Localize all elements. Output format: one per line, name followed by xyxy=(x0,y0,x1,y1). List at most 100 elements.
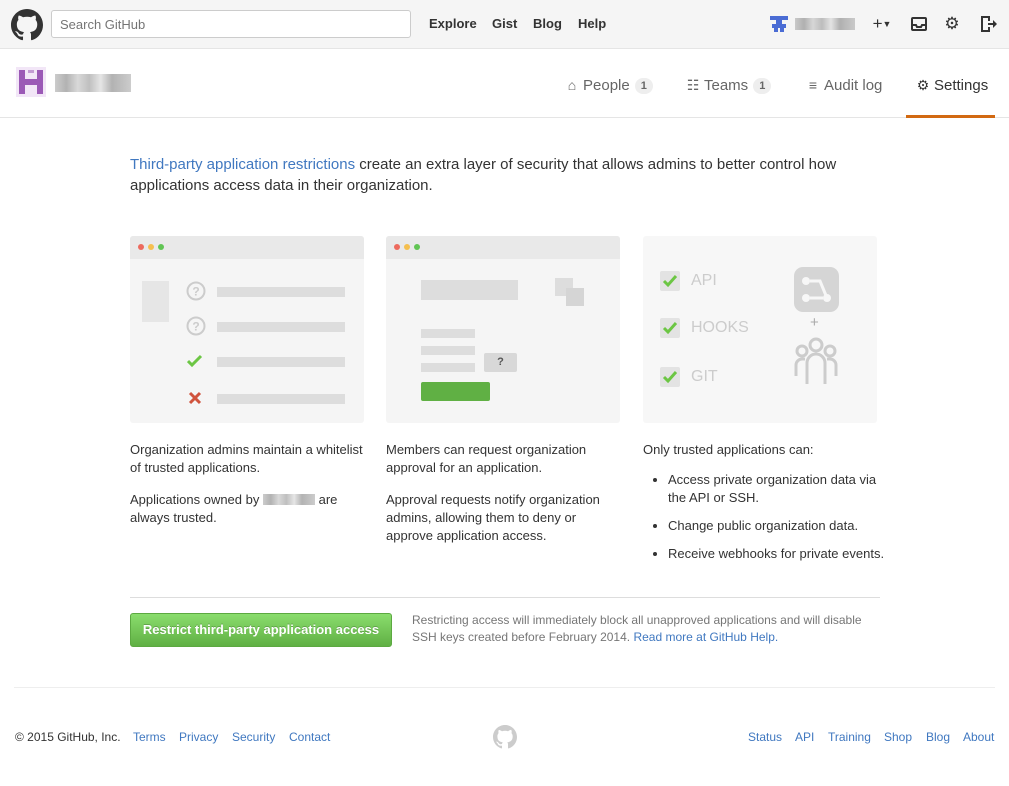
svg-text:?: ? xyxy=(192,320,199,334)
nav-explore[interactable]: Explore xyxy=(429,16,477,31)
people-counter: 1 xyxy=(634,78,653,94)
selected-tab-indicator xyxy=(906,115,995,118)
team-icon: ☷ xyxy=(686,77,700,93)
tab-teams[interactable]: ☷ Teams 1 xyxy=(685,75,772,95)
checkbox-check-icon xyxy=(660,367,680,387)
footer-link-security[interactable]: Security xyxy=(232,729,275,745)
row-placeholder xyxy=(217,322,345,332)
restrict-access-button[interactable]: Restrict third-party application access xyxy=(130,613,392,647)
footer-link-api[interactable]: API xyxy=(795,729,814,745)
intro-text: Third-party application restrictions cre… xyxy=(130,154,870,196)
sign-out-icon[interactable] xyxy=(978,14,998,34)
item-git: GIT xyxy=(691,368,718,385)
integration-icon xyxy=(794,267,839,312)
github-help-link[interactable]: Read more at GitHub Help. xyxy=(633,630,778,644)
github-logo-icon[interactable] xyxy=(11,9,43,41)
org-name-redacted xyxy=(262,494,315,505)
footer-link-contact[interactable]: Contact xyxy=(289,729,330,745)
col1-owned: Applications owned by are always trusted… xyxy=(130,491,370,527)
footer-link-shop[interactable]: Shop xyxy=(884,729,912,745)
x-icon xyxy=(188,391,202,405)
checkbox-check-icon xyxy=(660,318,680,338)
request-description: Members can request organization approva… xyxy=(386,441,618,559)
search-input[interactable] xyxy=(51,10,411,38)
list-item: Change public organization data. xyxy=(668,517,885,535)
footer-link-blog[interactable]: Blog xyxy=(926,729,950,745)
tab-people[interactable]: ⌂ People 1 xyxy=(564,75,653,95)
whitelist-illustration: ? ? xyxy=(130,236,364,423)
gear-icon: ⚙ xyxy=(916,77,930,93)
window-dot xyxy=(414,244,420,250)
col3-intro: Only trusted applications can: xyxy=(643,442,814,457)
approve-button-placeholder xyxy=(421,382,490,401)
teams-counter: 1 xyxy=(753,78,772,94)
user-avatar xyxy=(770,16,788,32)
organization-icon: ⌂ xyxy=(567,77,577,93)
whitelist-description: Organization admins maintain a whitelist… xyxy=(130,441,370,541)
list-icon: ≡ xyxy=(808,77,818,93)
window-dot xyxy=(148,244,154,250)
row-placeholder xyxy=(217,357,345,367)
title-placeholder xyxy=(421,280,518,300)
tab-audit-log[interactable]: ≡ Audit log xyxy=(805,75,882,95)
restrict-note: Restricting access will immediately bloc… xyxy=(412,612,882,646)
request-illustration: ? xyxy=(386,236,620,423)
checkbox-check-icon xyxy=(660,271,680,291)
nav-blog[interactable]: Blog xyxy=(533,16,562,31)
question-icon: ? xyxy=(186,316,206,336)
footer-divider xyxy=(14,687,995,688)
check-icon xyxy=(187,354,203,368)
col1-owned-before: Applications owned by xyxy=(130,492,260,507)
tab-audit-log-label: Audit log xyxy=(824,77,883,94)
item-api: API xyxy=(691,272,717,289)
gear-icon[interactable]: ⚙ xyxy=(942,14,962,34)
footer-link-training[interactable]: Training xyxy=(828,729,871,745)
user-menu[interactable] xyxy=(770,14,856,34)
tab-settings[interactable]: ⚙ Settings xyxy=(915,75,988,95)
github-mark-icon[interactable] xyxy=(493,725,517,749)
copyright: © 2015 GitHub, Inc. xyxy=(15,730,121,744)
nav-help[interactable]: Help xyxy=(578,16,606,31)
row-placeholder xyxy=(421,329,475,338)
app-icon-placeholder xyxy=(566,288,584,306)
row-placeholder xyxy=(217,287,345,297)
trusted-description: Only trusted applications can: Access pr… xyxy=(643,441,885,573)
inbox-icon[interactable] xyxy=(909,14,929,34)
row-placeholder xyxy=(421,346,475,355)
nav-gist[interactable]: Gist xyxy=(492,16,517,31)
plus-sign: + xyxy=(810,314,819,331)
footer-link-privacy[interactable]: Privacy xyxy=(179,729,218,745)
window-dot xyxy=(158,244,164,250)
capabilities-list: Access private organization data via the… xyxy=(668,471,885,563)
col2-text: Members can request organization approva… xyxy=(386,442,587,475)
question-badge: ? xyxy=(484,353,517,372)
window-titlebar xyxy=(386,236,620,259)
col1-text: Organization admins maintain a whitelist… xyxy=(130,442,363,475)
row-placeholder xyxy=(421,363,475,372)
window-titlebar xyxy=(130,236,364,259)
footer-link-status[interactable]: Status xyxy=(748,729,782,745)
sidebar-placeholder xyxy=(142,281,169,322)
plus-icon[interactable]: +▼ xyxy=(868,14,896,34)
restrictions-link[interactable]: Third-party application restrictions xyxy=(130,156,355,173)
site-header: Explore Gist Blog Help +▼ ⚙ xyxy=(0,0,1009,49)
footer-link-terms[interactable]: Terms xyxy=(133,729,166,745)
people-icon xyxy=(794,337,838,384)
footer-link-about[interactable]: About xyxy=(963,729,994,745)
tab-people-label: People xyxy=(583,77,630,94)
list-item: Access private organization data via the… xyxy=(668,471,885,507)
item-hooks: HOOKS xyxy=(691,319,749,336)
username-redacted xyxy=(795,18,855,30)
list-item: Receive webhooks for private events. xyxy=(668,545,885,563)
question-icon: ? xyxy=(186,281,206,301)
trusted-illustration: API HOOKS GIT + xyxy=(643,236,877,423)
divider xyxy=(130,597,880,598)
window-dot xyxy=(404,244,410,250)
tab-teams-label: Teams xyxy=(704,77,749,94)
org-header: ⌂ People 1 ☷ Teams 1 ≡ Audit log ⚙ Settings xyxy=(0,49,1009,118)
org-name-redacted xyxy=(55,74,131,92)
window-dot xyxy=(394,244,400,250)
col2-text-2: Approval requests notify organization ad… xyxy=(386,492,600,543)
svg-text:?: ? xyxy=(192,285,199,299)
org-avatar[interactable] xyxy=(16,67,46,97)
